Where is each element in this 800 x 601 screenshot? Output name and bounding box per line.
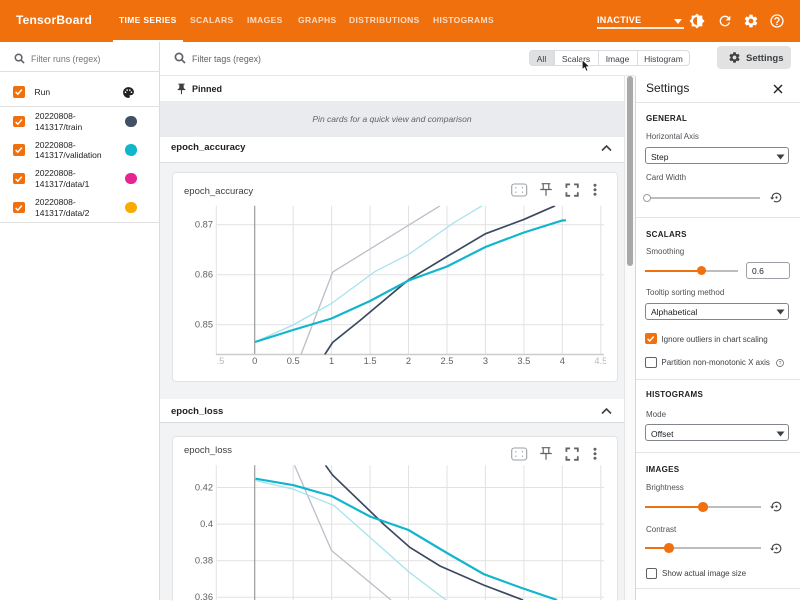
svg-text:2.5: 2.5 [441, 356, 454, 366]
svg-text:0.42: 0.42 [195, 482, 213, 492]
svg-text:3: 3 [483, 356, 488, 366]
svg-text:0.36: 0.36 [195, 592, 213, 600]
svg-text:2: 2 [406, 356, 411, 366]
svg-text:0.87: 0.87 [195, 220, 213, 230]
svg-text:?: ? [778, 360, 781, 366]
svg-text:-0.5: -0.5 [208, 356, 224, 366]
svg-text:3.5: 3.5 [517, 356, 530, 366]
svg-text:0.38: 0.38 [195, 556, 213, 566]
svg-text:0: 0 [252, 356, 257, 366]
svg-text:1.5: 1.5 [364, 356, 377, 366]
svg-text:0.4: 0.4 [200, 519, 213, 529]
svg-text:4: 4 [560, 356, 565, 366]
svg-text:0.5: 0.5 [287, 356, 300, 366]
svg-text:0.85: 0.85 [195, 320, 213, 330]
svg-text:1: 1 [329, 356, 334, 366]
svg-text:4.5: 4.5 [594, 356, 607, 366]
svg-text:0.86: 0.86 [195, 270, 213, 280]
